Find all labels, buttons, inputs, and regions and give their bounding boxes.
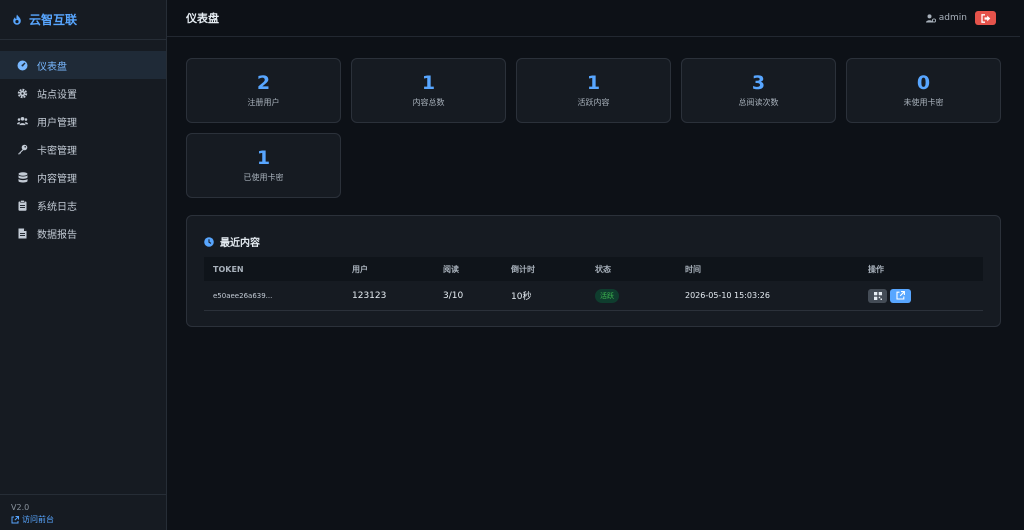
user-box: admin	[925, 11, 996, 25]
stat-value: 1	[586, 72, 601, 94]
sidebar-item-label: 站点设置	[37, 89, 77, 101]
qr-code-icon	[873, 291, 882, 300]
sidebar-item-users[interactable]: 用户管理	[0, 107, 166, 135]
sidebar-item-label: 数据报告	[37, 229, 77, 241]
stat-card-registered-users: 2 注册用户	[186, 58, 341, 123]
stat-label: 活跃内容	[577, 98, 610, 107]
stat-value: 3	[751, 72, 766, 94]
column-header-actions: 操作	[868, 264, 884, 274]
stat-card-total-reads: 3 总阅读次数	[681, 58, 836, 123]
sidebar-item-label: 内容管理	[37, 173, 77, 185]
stat-card-used-cards: 1 已使用卡密	[186, 133, 341, 198]
recent-content-panel: 最近内容 TOKEN 用户 阅读 倒计时 状态 时间 操作 e50aee26a6…	[186, 215, 1001, 327]
visit-frontend-link[interactable]: 访问前台	[11, 514, 166, 525]
open-link-button[interactable]	[890, 288, 911, 303]
flame-icon	[11, 14, 23, 26]
sidebar-item-label: 系统日志	[37, 201, 77, 213]
stat-label: 内容总数	[412, 98, 445, 107]
sidebar-item-logs[interactable]: 系统日志	[0, 191, 166, 219]
database-icon	[17, 171, 28, 183]
clock-icon	[204, 236, 214, 247]
gauge-icon	[17, 60, 28, 71]
logout-button[interactable]	[975, 11, 996, 25]
table-header: TOKEN 用户 阅读 倒计时 状态 时间 操作	[204, 257, 983, 281]
brand[interactable]: 云智互联	[0, 0, 166, 40]
stat-value: 0	[916, 72, 931, 94]
sidebar: 云智互联 仪表盘 站点设置 用户管理 卡密管理 内容管理 系统日志 数据报告 V…	[0, 0, 167, 530]
stat-value: 1	[256, 147, 271, 169]
panel-title-text: 最近内容	[220, 238, 260, 249]
user-cog-icon	[925, 13, 936, 23]
panel-title: 最近内容	[204, 234, 260, 249]
brand-name: 云智互联	[29, 13, 78, 27]
column-header-status[interactable]: 状态	[595, 257, 611, 281]
sidebar-item-cards[interactable]: 卡密管理	[0, 135, 166, 163]
key-icon	[17, 144, 28, 155]
file-icon	[17, 228, 28, 239]
stat-card-active-content: 1 活跃内容	[516, 58, 671, 123]
user-cell: 123123	[352, 290, 387, 301]
column-header-countdown[interactable]: 倒计时	[511, 257, 535, 281]
recent-content-table: TOKEN 用户 阅读 倒计时 状态 时间 操作 e50aee26a639...…	[204, 257, 983, 311]
countdown-cell: 10秒	[511, 292, 532, 302]
column-header-user[interactable]: 用户	[352, 257, 368, 281]
sidebar-item-reports[interactable]: 数据报告	[0, 219, 166, 247]
time-cell: 2026-05-10 15:03:26	[685, 291, 770, 300]
stat-value: 1	[421, 72, 436, 94]
column-header-time[interactable]: 时间	[685, 257, 701, 281]
table-row: e50aee26a639... 123123 3/10 10秒 活跃 2026-…	[204, 281, 983, 311]
sidebar-item-label: 仪表盘	[37, 61, 67, 73]
actions-cell	[868, 281, 914, 310]
page-title: 仪表盘	[186, 12, 219, 25]
qr-code-button[interactable]	[868, 288, 887, 303]
stat-value: 2	[256, 72, 271, 94]
status-badge: 活跃	[595, 288, 619, 303]
sidebar-item-label: 卡密管理	[37, 145, 77, 157]
logout-icon	[980, 13, 991, 23]
column-header-reads[interactable]: 阅读	[443, 257, 459, 281]
sidebar-footer: V2.0 访问前台	[0, 494, 166, 530]
stat-label: 未使用卡密	[903, 98, 944, 107]
clipboard-icon	[17, 199, 28, 211]
username: admin	[938, 13, 967, 23]
external-link-icon	[11, 515, 19, 524]
stat-label: 注册用户	[247, 98, 280, 107]
sidebar-nav: 仪表盘 站点设置 用户管理 卡密管理 内容管理 系统日志 数据报告	[0, 51, 166, 247]
external-link-icon	[896, 291, 905, 300]
stat-label: 总阅读次数	[738, 98, 779, 107]
sidebar-item-content[interactable]: 内容管理	[0, 163, 166, 191]
reads-cell: 3/10	[443, 290, 464, 301]
users-icon	[17, 116, 28, 127]
token-cell: e50aee26a639...	[213, 291, 273, 300]
visit-frontend-label: 访问前台	[22, 515, 54, 524]
gear-icon	[17, 88, 28, 99]
status-cell: 活跃	[595, 281, 619, 310]
column-header-token[interactable]: TOKEN	[213, 257, 244, 281]
sidebar-item-site-settings[interactable]: 站点设置	[0, 79, 166, 107]
top-header: 仪表盘 admin	[167, 0, 1020, 37]
sidebar-item-label: 用户管理	[37, 117, 77, 129]
stat-card-total-content: 1 内容总数	[351, 58, 506, 123]
sidebar-item-dashboard[interactable]: 仪表盘	[0, 51, 166, 79]
stat-card-unused-cards: 0 未使用卡密	[846, 58, 1001, 123]
stat-label: 已使用卡密	[243, 173, 284, 182]
version-label: V2.0	[11, 503, 30, 512]
